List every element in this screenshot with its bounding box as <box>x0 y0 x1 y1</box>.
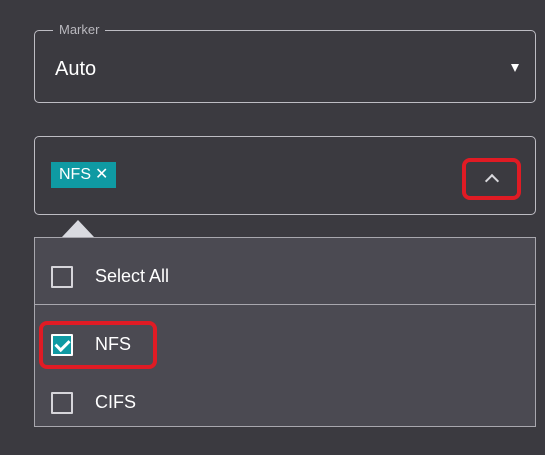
option-select-all[interactable]: Select All <box>35 248 535 304</box>
select-all-checkbox[interactable] <box>51 266 73 288</box>
caret-down-icon <box>511 64 519 72</box>
marker-label: Marker <box>53 22 106 38</box>
marker-value: Auto <box>55 58 97 80</box>
cifs-checkbox[interactable] <box>51 392 73 414</box>
settings-panel: Marker Auto NFS ✕ Select All NFS CIFS <box>0 0 545 455</box>
marker-select[interactable]: Marker Auto <box>34 22 536 103</box>
option-cifs[interactable]: CIFS <box>35 374 535 430</box>
option-label: Select All <box>95 266 170 286</box>
chip-label: NFS <box>59 166 91 183</box>
dropdown-pointer <box>62 220 94 237</box>
protocol-dropdown: Select All NFS CIFS <box>34 237 536 427</box>
protocol-select[interactable]: NFS ✕ <box>34 136 536 215</box>
divider <box>35 304 535 305</box>
chevron-up-icon <box>484 173 500 189</box>
highlight-box <box>39 321 157 369</box>
close-icon[interactable]: ✕ <box>95 162 108 188</box>
option-nfs[interactable]: NFS <box>35 316 535 372</box>
collapse-dropdown-button[interactable] <box>462 158 521 200</box>
chip-nfs[interactable]: NFS ✕ <box>51 162 117 188</box>
option-label: CIFS <box>95 392 137 412</box>
